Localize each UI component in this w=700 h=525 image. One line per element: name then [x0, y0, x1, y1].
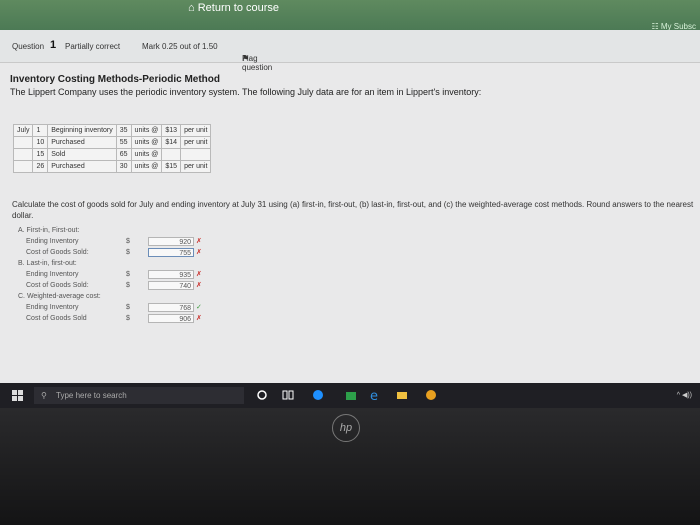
answer-method-label: B. Last-in, first-out:	[18, 260, 77, 267]
cost-of-goods-sold-input[interactable]: 755	[148, 248, 194, 257]
dollar-sign: $	[126, 249, 130, 256]
flag-label: Flag question	[242, 54, 273, 72]
dollar-sign: $	[126, 282, 130, 289]
media-app-icon[interactable]	[425, 389, 437, 401]
answer-header: B. Last-in, first-out:	[18, 259, 198, 270]
inventory-cell-unit_label: units @	[130, 136, 163, 149]
file-explorer-icon[interactable]	[396, 389, 408, 401]
inventory-cell-day: 1	[32, 124, 49, 137]
inventory-cell-month	[12, 148, 34, 161]
dollar-sign: $	[126, 304, 130, 311]
cortana-icon[interactable]	[256, 389, 268, 401]
inventory-cell-unit_label: units @	[130, 160, 163, 173]
answer-header: A. First-in, First-out:	[18, 226, 198, 237]
return-to-course-link[interactable]: ⌂ Return to course	[188, 2, 279, 14]
inventory-cell-cost: $14	[161, 136, 182, 149]
task-view-icon[interactable]	[282, 389, 294, 401]
system-tray[interactable]: ^ ◀))	[677, 391, 692, 399]
cost-of-goods-sold-row: Cost of Goods Sold: $755 ✗	[18, 248, 202, 259]
search-placeholder: Type here to search	[56, 391, 127, 400]
ending-inventory-label: Ending Inventory	[26, 304, 79, 311]
course-header: ⌂ Return to course ☷ My Subsc	[0, 0, 700, 31]
windows-start-icon[interactable]	[12, 390, 23, 401]
inventory-cell-units: 55	[115, 136, 132, 149]
answer-header: C. Weighted-average cost:	[18, 292, 198, 303]
edge-browser-icon[interactable]: e	[370, 389, 382, 401]
windows-taskbar: ⚲ Type here to search e ^ ◀))	[0, 383, 700, 408]
inventory-cell-unit_label: units @	[130, 148, 163, 161]
inventory-cell-desc: Purchased	[47, 136, 117, 149]
cost-of-goods-sold-label: Cost of Goods Sold:	[26, 249, 89, 256]
cost-of-goods-sold-input[interactable]: 740	[148, 281, 194, 290]
question-info-bar: Question 1 Partially correct Mark 0.25 o…	[0, 30, 700, 72]
incorrect-x-icon: ✗	[196, 271, 202, 278]
inventory-cell-desc: Beginning inventory	[47, 124, 117, 137]
ending-inventory-label: Ending Inventory	[26, 271, 79, 278]
search-icon: ⚲	[41, 391, 47, 400]
answer-section: A. First-in, First-out: Ending Inventory $…	[18, 226, 202, 325]
inventory-cell-per: per unit	[180, 124, 212, 137]
dollar-sign: $	[126, 238, 130, 245]
inventory-cell-day: 15	[32, 148, 49, 161]
question-number: 1	[50, 39, 57, 51]
inventory-row: July 1 Beginning inventory 35 units @ $13 per …	[12, 124, 212, 137]
ending-inventory-row: Ending Inventory $768 ✓	[18, 303, 202, 314]
ending-inventory-input[interactable]: 768	[148, 303, 194, 312]
inventory-cell-unit_label: units @	[130, 124, 163, 137]
answer-method-label: A. First-in, First-out:	[18, 227, 80, 234]
inventory-row: 15 Sold 65 units @	[12, 148, 212, 161]
question-mark: Mark 0.25 out of 1.50	[142, 42, 218, 51]
question-label: Question	[12, 42, 45, 51]
incorrect-x-icon: ✗	[196, 249, 202, 256]
ending-inventory-row: Ending Inventory $920 ✗	[18, 237, 202, 248]
incorrect-x-icon: ✗	[196, 315, 202, 322]
ending-inventory-input[interactable]: 920	[148, 237, 194, 246]
inventory-cell-cost: $13	[161, 124, 182, 137]
inventory-cell-units: 65	[115, 148, 132, 161]
inventory-cell-day: 26	[32, 160, 49, 173]
cost-of-goods-sold-row: Cost of Goods Sold: $740 ✗	[18, 281, 202, 292]
inventory-cell-desc: Sold	[47, 148, 117, 161]
inventory-cell-per: per unit	[180, 160, 212, 173]
taskbar-search-input[interactable]: ⚲ Type here to search	[34, 387, 244, 404]
inventory-cell-desc: Purchased	[47, 160, 117, 173]
inventory-cell-day: 10	[32, 136, 49, 149]
inventory-data-table: July 1 Beginning inventory 35 units @ $13 per …	[12, 124, 212, 173]
inventory-cell-units: 30	[115, 160, 132, 173]
inventory-cell-month	[12, 160, 34, 173]
incorrect-x-icon: ✗	[196, 282, 202, 289]
cost-of-goods-sold-label: Cost of Goods Sold:	[26, 282, 89, 289]
question-title: Inventory Costing Methods-Periodic Metho…	[10, 74, 221, 85]
cost-of-goods-sold-label: Cost of Goods Sold	[26, 315, 87, 322]
incorrect-x-icon: ✗	[196, 238, 202, 245]
inventory-row: 26 Purchased 30 units @ $15 per unit	[12, 160, 212, 173]
question-status: Partially correct	[65, 42, 121, 51]
ending-inventory-label: Ending Inventory	[26, 238, 79, 245]
dollar-sign: $	[126, 271, 130, 278]
inventory-cell-per: per unit	[180, 136, 212, 149]
inventory-cell-units: 35	[115, 124, 132, 137]
calculation-instructions: Calculate the cost of goods sold for Jul…	[12, 200, 694, 220]
inventory-row: 10 Purchased 55 units @ $14 per unit	[12, 136, 212, 149]
question-intro: The Lippert Company uses the periodic in…	[10, 87, 482, 97]
inventory-cell-month	[12, 136, 34, 149]
return-label: Return to course	[197, 2, 280, 14]
inventory-cell-month: July	[12, 124, 34, 137]
hp-logo: hp	[332, 414, 360, 442]
inventory-cell-cost: $15	[161, 160, 182, 173]
correct-check-icon: ✓	[196, 304, 202, 311]
svg-text:e: e	[370, 389, 378, 401]
ending-inventory-input[interactable]: 935	[148, 270, 194, 279]
app-icon[interactable]	[312, 389, 324, 401]
answer-method-label: C. Weighted-average cost:	[18, 293, 101, 300]
ending-inventory-row: Ending Inventory $935 ✗	[18, 270, 202, 281]
cost-of-goods-sold-row: Cost of Goods Sold $906 ✗	[18, 314, 202, 325]
cost-of-goods-sold-input[interactable]: 906	[148, 314, 194, 323]
inventory-cell-per	[180, 148, 212, 161]
store-icon[interactable]	[345, 389, 357, 401]
inventory-cell-cost	[161, 148, 182, 161]
browser-screen: ⌂ Return to course ☷ My Subsc Question 1…	[0, 0, 700, 408]
dollar-sign: $	[126, 315, 130, 322]
